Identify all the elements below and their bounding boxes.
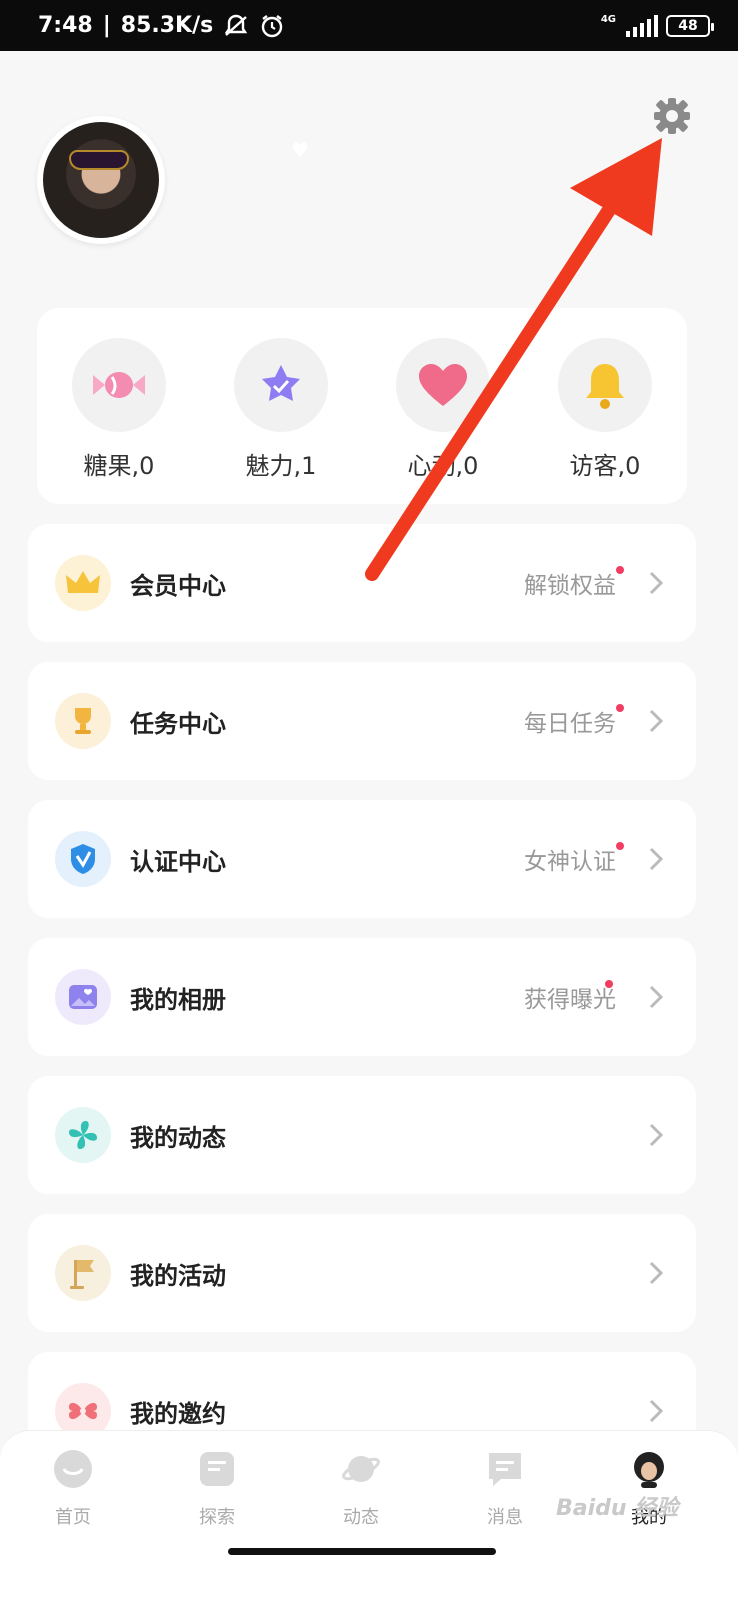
battery-icon: 48 <box>666 14 714 37</box>
tab-moments[interactable]: 动态 <box>316 1449 406 1529</box>
bell-icon <box>586 364 624 409</box>
heart-icon <box>419 364 467 406</box>
candy-icon <box>93 372 145 398</box>
notification-dot <box>605 980 613 988</box>
tab-home[interactable]: 首页 <box>28 1449 118 1529</box>
gear-icon[interactable] <box>652 96 692 136</box>
chevron-right-icon <box>649 709 664 733</box>
signal-icon <box>626 14 658 37</box>
shield-icon <box>55 831 111 887</box>
stat-charm[interactable]: 魅力,1 <box>221 338 341 481</box>
home-indicator <box>228 1548 496 1555</box>
trophy-icon <box>55 693 111 749</box>
chevron-right-icon <box>649 1261 664 1285</box>
status-bar: 7:48 | 85.3K/s 4G 48 <box>0 0 738 51</box>
avatar-image <box>43 122 159 238</box>
photo-icon <box>55 969 111 1025</box>
stat-candy[interactable]: 糖果,0 <box>59 338 179 481</box>
tab-messages[interactable]: 消息 <box>460 1449 550 1529</box>
watermark: Baidu 经验 <box>556 1496 679 1521</box>
pinwheel-icon <box>55 1107 111 1163</box>
star-icon <box>262 365 300 401</box>
flag-icon <box>55 1245 111 1301</box>
message-icon <box>489 1453 521 1486</box>
network-type: 4G <box>600 14 616 25</box>
chevron-right-icon <box>649 1123 664 1147</box>
profile-icon <box>634 1452 664 1488</box>
menu-item-my-moments[interactable]: 我的动态 <box>28 1076 696 1194</box>
notification-dot <box>616 704 624 712</box>
chevron-right-icon <box>649 847 664 871</box>
chevron-right-icon <box>649 571 664 595</box>
stats-panel: 糖果,0 魅力,1 心动,0 访客,0 <box>37 308 687 504</box>
stat-visitors[interactable]: 访客,0 <box>545 338 665 481</box>
tab-explore[interactable]: 探索 <box>172 1449 262 1529</box>
chevron-right-icon <box>649 985 664 1009</box>
notification-dot <box>616 566 624 574</box>
battery-level: 48 <box>678 17 698 34</box>
mute-bell-icon <box>225 14 248 36</box>
menu-item-verification-center[interactable]: 认证中心 女神认证 <box>28 800 696 918</box>
stat-heartbeat[interactable]: 心动,0 <box>383 338 503 481</box>
smile-icon <box>54 1450 92 1488</box>
crown-icon <box>55 555 111 611</box>
menu-item-vip-center[interactable]: 会员中心 解锁权益 <box>28 524 696 642</box>
menu-item-my-album[interactable]: 我的相册 获得曝光 <box>28 938 696 1056</box>
menu-item-my-activities[interactable]: 我的活动 <box>28 1214 696 1332</box>
alarm-icon <box>262 14 283 37</box>
heart-icon: ♥ <box>291 138 309 162</box>
menu-item-task-center[interactable]: 任务中心 每日任务 <box>28 662 696 780</box>
chevron-right-icon <box>649 1399 664 1423</box>
planet-icon <box>342 1456 380 1482</box>
notification-dot <box>616 842 624 850</box>
clock: 7:48 <box>38 13 93 38</box>
network-speed: 85.3K/s <box>120 13 214 38</box>
explore-icon <box>200 1452 234 1486</box>
avatar[interactable] <box>37 116 165 244</box>
